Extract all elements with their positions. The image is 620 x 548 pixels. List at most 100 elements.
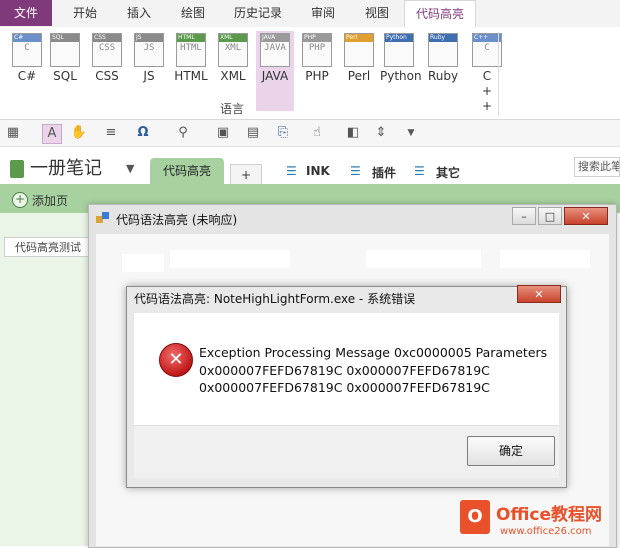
page-list-item[interactable]: 代码高亮测试 — [4, 237, 96, 257]
language-button[interactable]: Perl Perl — [340, 31, 378, 111]
file-icon-header: JAVA — [261, 34, 289, 42]
xml-file-icon: XML XML — [218, 33, 248, 67]
language-button[interactable]: XML XML XML — [214, 31, 252, 111]
watermark-url: www.office26.com — [500, 526, 592, 537]
file-icon-header: PHP — [303, 34, 331, 42]
tab-history[interactable]: 历史记录 — [226, 0, 290, 26]
css-file-icon: CSS CSS — [92, 33, 122, 67]
error-message-line: Exception Processing Message 0xc0000005 … — [199, 345, 548, 360]
python-file-icon: Python — [384, 33, 414, 67]
close-button[interactable]: ✕ — [564, 207, 608, 225]
format-painter-icon[interactable]: ⚲ — [174, 124, 192, 142]
attach-file-icon[interactable]: ⎘ — [274, 124, 292, 142]
group-divider — [498, 32, 499, 116]
blank-control — [170, 250, 290, 268]
java-file-icon: JAVA JAVA — [260, 33, 290, 67]
language-label: XML — [220, 69, 246, 83]
file-icon-header: SQL — [51, 34, 79, 42]
maximize-button[interactable]: □ — [538, 207, 562, 225]
page-list-pane — [0, 213, 96, 546]
watermark-brand: Office教程网 — [496, 505, 603, 525]
error-dialog-title: 代码语法高亮: NoteHighLightForm.exe - 系统错误 — [134, 292, 416, 306]
notebook-title[interactable]: 一册笔记 — [30, 154, 102, 180]
file-icon-glyph: XML — [224, 43, 242, 53]
tab-review[interactable]: 审阅 — [300, 0, 346, 26]
minimize-button[interactable]: – — [512, 207, 536, 225]
language-button[interactable]: SQL SQL — [46, 31, 84, 111]
page-icon[interactable]: ▤ — [244, 124, 262, 142]
app-icon — [96, 212, 110, 224]
file-icon-header: C# — [13, 34, 41, 42]
app-window-title: 代码语法高亮 (未响应) — [116, 213, 238, 227]
language-button[interactable]: JAVA JAVA JAVA — [256, 31, 294, 111]
file-icon-glyph: JAVA — [264, 43, 286, 53]
file-icon-header: Perl — [345, 34, 373, 42]
language-label: HTML — [174, 69, 208, 83]
section-link-ink[interactable]: INK — [306, 164, 330, 178]
file-icon-header: JS — [135, 34, 163, 42]
align-icon[interactable]: ≡ — [102, 124, 120, 142]
group-label: 语言 — [220, 102, 245, 116]
line-spacing-icon[interactable]: ⇕ — [372, 124, 390, 142]
tab-view[interactable]: 视图 — [354, 0, 400, 26]
language-label: CSS — [95, 69, 119, 83]
customize-toolbar-icon[interactable]: ▼ — [402, 124, 420, 142]
hand-pan-icon[interactable]: ✋ — [70, 124, 88, 142]
tab-file[interactable]: 文件 — [0, 0, 52, 26]
dock-icon[interactable]: ◧ — [344, 124, 362, 142]
error-message-line: 0x000007FEFD67819C 0x000007FEFD67819C — [199, 380, 490, 395]
js-file-icon: JS JS — [134, 33, 164, 67]
omega-symbol-icon[interactable]: Ω — [134, 124, 152, 142]
blank-control — [366, 250, 481, 268]
language-button[interactable]: C# C C# — [8, 31, 46, 111]
touch-mode-icon[interactable]: ☝ — [308, 124, 326, 142]
section-link-other[interactable]: 其它 — [436, 164, 460, 181]
text-select-icon[interactable]: A — [42, 124, 62, 144]
tab-home[interactable]: 开始 — [62, 0, 108, 26]
add-section-button[interactable]: + — [230, 164, 262, 185]
table-icon[interactable]: ▦ — [4, 124, 22, 142]
language-button[interactable]: CSS CSS CSS — [88, 31, 126, 111]
tab-draw[interactable]: 绘图 — [170, 0, 216, 26]
dialog-close-button[interactable]: ✕ — [517, 285, 561, 303]
language-label: Python — [380, 69, 422, 83]
file-icon-glyph: PHP — [308, 43, 326, 53]
file-icon-glyph: CSS — [98, 43, 116, 53]
tab-insert[interactable]: 插入 — [116, 0, 162, 26]
csharp-file-icon: C# C — [12, 33, 42, 67]
language-button[interactable]: Ruby Ruby — [424, 31, 462, 111]
error-message-line: 0x000007FEFD67819C 0x000007FEFD67819C — [199, 363, 490, 378]
office-logo-icon: O — [460, 500, 490, 534]
ok-button[interactable]: 确定 — [467, 436, 555, 466]
file-icon-header: XML — [219, 34, 247, 42]
section-tab[interactable]: 代码高亮 — [150, 158, 224, 184]
search-input[interactable]: 搜索此笔 — [574, 157, 620, 177]
language-button[interactable]: PHP PHP PHP — [298, 31, 336, 111]
file-icon-glyph: JS — [143, 43, 155, 53]
file-icon-header: CSS — [93, 34, 121, 42]
chevron-down-icon[interactable]: ▼ — [126, 162, 134, 175]
section-link-plugins[interactable]: 插件 — [372, 164, 396, 181]
file-icon-glyph: C — [484, 43, 490, 53]
quick-toolbar: ▦ A ✋ ≡ Ω ⚲ ▣ ▤ ⎘ ☝ ◧ ⇕ ▼ — [0, 120, 620, 147]
file-icon-header: HTML — [177, 34, 205, 42]
add-page-button[interactable]: 添加页 — [32, 192, 68, 209]
perl-file-icon: Perl — [344, 33, 374, 67]
language-button[interactable]: JS JS JS — [130, 31, 168, 111]
file-icon-glyph: HTML — [180, 43, 202, 53]
notebook-icon[interactable] — [10, 160, 24, 178]
ruby-file-icon: Ruby — [428, 33, 458, 67]
add-page-icon[interactable]: + — [12, 192, 28, 208]
language-button[interactable]: HTML HTML HTML — [172, 31, 210, 111]
link-icon: ☰ — [286, 164, 297, 178]
language-button[interactable]: C++ C C++ — [468, 31, 506, 113]
tab-code-highlight[interactable]: 代码高亮 — [404, 0, 476, 28]
file-icon-header: Ruby — [429, 34, 457, 42]
language-button[interactable]: Python Python — [380, 31, 422, 111]
language-label: JS — [143, 69, 155, 83]
link-icon: ☰ — [350, 164, 361, 178]
calendar-icon[interactable]: ▣ — [214, 124, 232, 142]
file-icon-header: Python — [385, 34, 413, 42]
ribbon-tab-bar: 文件 开始 插入 绘图 历史记录 审阅 视图 代码高亮 — [0, 0, 620, 28]
file-icon-glyph: C — [24, 43, 30, 53]
